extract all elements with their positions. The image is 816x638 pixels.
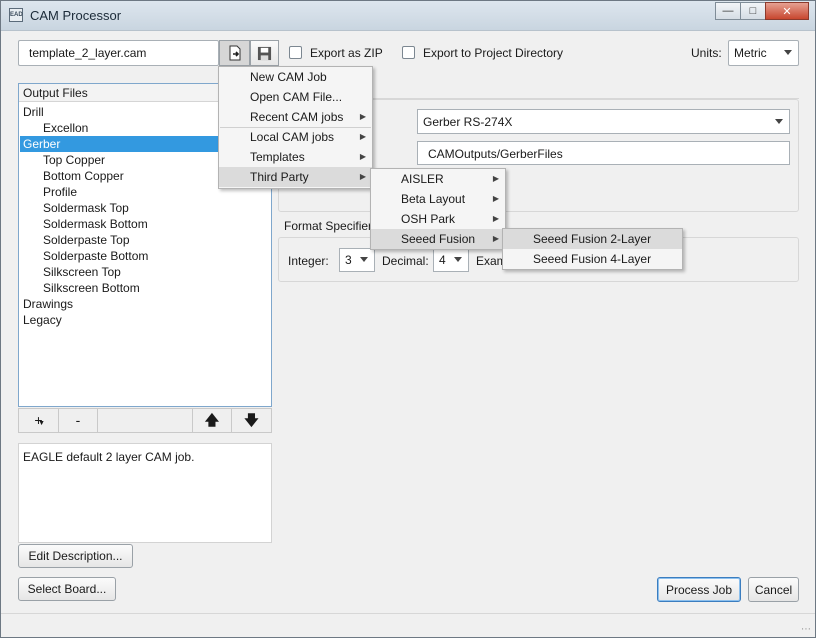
menu-item[interactable]: Open CAM File... bbox=[219, 87, 372, 107]
arrow-up-icon[interactable]: 🡅 bbox=[192, 409, 232, 432]
units-label: Units: bbox=[691, 46, 722, 60]
integer-select[interactable]: 3 bbox=[339, 248, 375, 272]
edit-description-label: Edit Description... bbox=[28, 549, 123, 563]
tree-item[interactable]: Silkscreen Top bbox=[20, 264, 271, 280]
menu-item-label: AISLER bbox=[401, 172, 444, 186]
submenu-arrow-icon: ▶ bbox=[359, 152, 366, 161]
remove-output-button[interactable]: - bbox=[59, 409, 98, 432]
submenu-arrow-icon: ▶ bbox=[359, 132, 366, 141]
export-project-checkbox[interactable] bbox=[402, 46, 415, 59]
open-file-icon bbox=[229, 45, 240, 61]
format-specifier-label: Format Specifier bbox=[284, 219, 373, 233]
tree-item[interactable]: Solderpaste Top bbox=[20, 232, 271, 248]
menu-item[interactable]: Local CAM jobs ▶ bbox=[219, 127, 372, 147]
tree-item[interactable]: Solderpaste Bottom bbox=[20, 248, 271, 264]
menu-item-label: New CAM Job bbox=[250, 70, 327, 84]
menu-item-label: Recent CAM jobs bbox=[250, 110, 344, 124]
menu-item-label: Seeed Fusion 4-Layer bbox=[533, 252, 652, 266]
menu-item[interactable]: New CAM Job bbox=[219, 67, 372, 87]
chevron-down-icon bbox=[454, 257, 462, 262]
select-board-label: Select Board... bbox=[27, 582, 107, 596]
menu-item[interactable]: Recent CAM jobs ▶ bbox=[219, 107, 372, 127]
window-title: CAM Processor bbox=[30, 8, 122, 23]
close-icon[interactable]: ✕ bbox=[765, 2, 809, 20]
integer-label: Integer: bbox=[288, 254, 329, 268]
open-job-menu: New CAM Job Open CAM File... Recent CAM jo… bbox=[218, 66, 373, 189]
submenu-arrow-icon: ▶ bbox=[492, 194, 499, 203]
menu-item[interactable]: Templates ▶ bbox=[219, 147, 372, 167]
tree-item[interactable]: Soldermask Bottom bbox=[20, 216, 271, 232]
process-job-button[interactable]: Process Job bbox=[657, 577, 741, 602]
format-value: Gerber RS-274X bbox=[423, 115, 513, 129]
cancel-label: Cancel bbox=[754, 582, 793, 597]
cam-processor-window: EAD CAM Processor — □ ✕ template_2_layer… bbox=[0, 0, 816, 638]
tree-item[interactable]: Silkscreen Bottom bbox=[20, 280, 271, 296]
third-party-submenu: AISLER ▶ Beta Layout ▶ OSH Park ▶ Seeed Fusion… bbox=[370, 168, 506, 250]
menu-item[interactable]: Third Party ▶ bbox=[219, 167, 372, 187]
menu-item-label: Templates bbox=[250, 150, 305, 164]
select-board-button[interactable]: Select Board... bbox=[18, 577, 116, 601]
decimal-label: Decimal: bbox=[382, 254, 429, 268]
tree-item[interactable]: Legacy bbox=[20, 312, 271, 328]
open-job-button[interactable] bbox=[219, 40, 250, 66]
export-zip-label: Export as ZIP bbox=[310, 46, 383, 60]
submenu-arrow-icon: ▶ bbox=[492, 214, 499, 223]
format-select[interactable]: Gerber RS-274X bbox=[417, 109, 790, 134]
menu-item-label: Seeed Fusion 2-Layer bbox=[533, 232, 652, 246]
menu-item-label: OSH Park bbox=[401, 212, 456, 226]
units-select[interactable]: Metric bbox=[728, 40, 799, 66]
save-icon bbox=[257, 46, 272, 60]
title-bar[interactable]: EAD CAM Processor — □ ✕ bbox=[1, 1, 815, 31]
dropdown-arrow-icon: ▼ bbox=[38, 420, 45, 427]
remove-label: - bbox=[75, 412, 81, 428]
cancel-button[interactable]: Cancel bbox=[748, 577, 799, 602]
chevron-down-icon bbox=[784, 50, 792, 55]
output-path-value: CAMOutputs/GerberFiles bbox=[428, 147, 563, 161]
submenu-arrow-icon: ▶ bbox=[492, 234, 499, 243]
status-bar: ⋯ bbox=[1, 613, 815, 637]
save-job-button[interactable] bbox=[250, 40, 279, 66]
decimal-select[interactable]: 4 bbox=[433, 248, 469, 272]
edit-description-button[interactable]: Edit Description... bbox=[18, 544, 133, 568]
tree-item[interactable]: Soldermask Top bbox=[20, 200, 271, 216]
tree-item[interactable]: Drawings bbox=[20, 296, 271, 312]
menu-item[interactable]: OSH Park ▶ bbox=[371, 209, 505, 229]
process-job-label: Process Job bbox=[665, 582, 733, 597]
window-controls: — □ ✕ bbox=[715, 2, 809, 22]
resize-grip-icon[interactable]: ⋯ bbox=[801, 624, 811, 635]
export-project-label: Export to Project Directory bbox=[423, 46, 564, 60]
menu-item[interactable]: Beta Layout ▶ bbox=[371, 189, 505, 209]
menu-item[interactable]: Seeed Fusion 2-Layer bbox=[503, 229, 682, 249]
menu-item-label: Open CAM File... bbox=[250, 90, 343, 104]
output-files-header: Output Files bbox=[23, 86, 88, 100]
description-text: EAGLE default 2 layer CAM job. bbox=[23, 450, 195, 464]
chevron-down-icon bbox=[360, 257, 368, 262]
maximize-icon[interactable]: □ bbox=[740, 2, 766, 20]
add-output-button[interactable]: + ▼ bbox=[19, 409, 59, 432]
app-icon: EAD bbox=[9, 8, 23, 22]
submenu-arrow-icon: ▶ bbox=[492, 174, 499, 183]
job-file-name: template_2_layer.cam bbox=[29, 46, 147, 60]
chevron-down-icon bbox=[775, 118, 783, 124]
menu-item-label: Local CAM jobs bbox=[250, 130, 335, 144]
menu-item-label: Beta Layout bbox=[401, 192, 466, 206]
menu-item[interactable]: Seeed Fusion 4-Layer bbox=[503, 249, 682, 269]
menu-item[interactable]: Seeed Fusion ▶ bbox=[371, 229, 505, 249]
submenu-arrow-icon: ▶ bbox=[359, 112, 366, 121]
minimize-icon[interactable]: — bbox=[715, 2, 741, 20]
output-path-field[interactable]: CAMOutputs/GerberFiles bbox=[417, 141, 790, 165]
decimal-value: 4 bbox=[439, 253, 446, 267]
menu-item-label: Third Party bbox=[250, 170, 309, 184]
export-zip-checkbox[interactable] bbox=[289, 46, 302, 59]
units-value: Metric bbox=[734, 46, 767, 60]
integer-value: 3 bbox=[345, 253, 352, 267]
seeed-fusion-submenu: Seeed Fusion 2-Layer Seeed Fusion 4-Layer bbox=[502, 228, 683, 270]
description-box[interactable]: EAGLE default 2 layer CAM job. bbox=[18, 443, 272, 543]
submenu-arrow-icon: ▶ bbox=[359, 172, 366, 181]
tree-toolbar: + ▼ - 🡅 🡇 bbox=[18, 408, 272, 433]
menu-item[interactable]: AISLER ▶ bbox=[371, 169, 505, 189]
arrow-down-icon[interactable]: 🡇 bbox=[232, 409, 271, 432]
job-file-field[interactable]: template_2_layer.cam bbox=[18, 40, 219, 66]
menu-item-label: Seeed Fusion bbox=[401, 232, 476, 246]
